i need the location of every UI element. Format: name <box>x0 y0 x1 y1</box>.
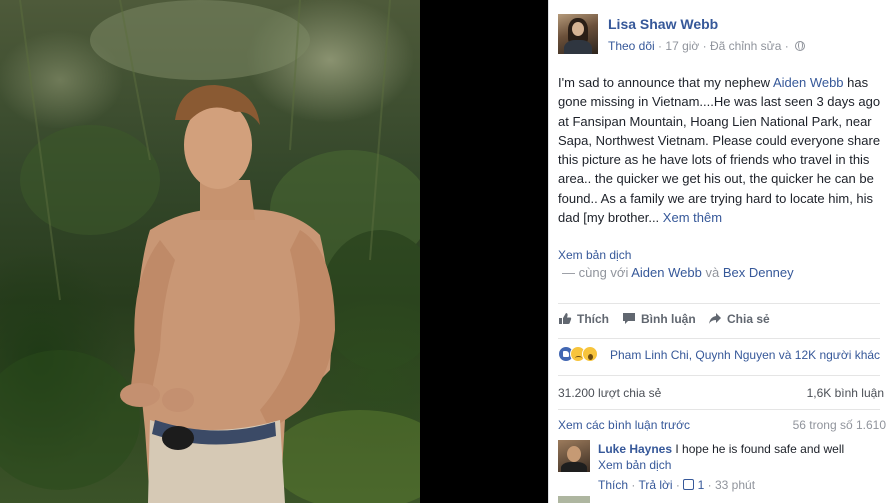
comment-separator: · <box>675 478 680 492</box>
comments-header: Xem các bình luận trước 56 trong số 1.61… <box>558 418 886 432</box>
tagged-person-link[interactable]: Aiden Webb <box>631 265 702 280</box>
comment-separator: · <box>707 478 712 492</box>
tagged-person-link[interactable]: Bex Denney <box>723 265 794 280</box>
share-icon <box>709 313 721 324</box>
globe-icon[interactable] <box>795 41 806 51</box>
tagged-with: — cùng với Aiden Webb và Bex Denney <box>562 265 794 280</box>
comment-count[interactable]: 1,6K bình luận <box>807 386 884 400</box>
post-header: Lisa Shaw Webb Theo dõi · 17 giờ · Đã ch… <box>558 14 888 56</box>
see-more-link[interactable]: Xem thêm <box>663 210 722 225</box>
comment-body: Luke Haynes I hope he is found safe and … <box>598 442 844 456</box>
comment-reply-link[interactable]: Trả lời <box>638 478 672 492</box>
comment-time[interactable]: 33 phút <box>715 478 755 492</box>
edited-label[interactable]: Đã chỉnh sửa <box>710 39 781 53</box>
comment-like-link[interactable]: Thích <box>598 478 628 492</box>
commenter-name[interactable]: Luke Haynes <box>598 442 672 456</box>
divider <box>558 303 880 304</box>
comment-text: I hope he is found safe and well <box>672 442 845 456</box>
comment-actions: Thích · Trả lời · 1 · 33 phút <box>598 478 755 492</box>
like-button[interactable]: Thích <box>558 312 609 326</box>
next-commenter-avatar[interactable] <box>558 496 590 503</box>
meta-separator: · <box>658 39 663 53</box>
view-previous-comments-link[interactable]: Xem các bình luận trước <box>558 418 690 432</box>
comment-button[interactable]: Bình luận <box>622 312 696 326</box>
wow-reaction-icon <box>582 346 598 362</box>
share-label: Chia sẻ <box>727 312 770 326</box>
divider <box>558 409 880 410</box>
photo-backdrop <box>420 0 548 503</box>
author-name[interactable]: Lisa Shaw Webb <box>608 16 718 32</box>
post-photo[interactable] <box>0 0 420 503</box>
post-text-part: has gone missing in Vietnam....He was la… <box>558 75 881 226</box>
commenter-avatar[interactable] <box>558 440 590 472</box>
share-count[interactable]: 31.200 lượt chia sẻ <box>558 386 661 400</box>
comment-like-count[interactable]: 1 <box>698 478 705 492</box>
reactions-row[interactable]: Pham Linh Chi, Quynh Nguyen và 12K người… <box>558 346 888 366</box>
with-prefix: — cùng với <box>562 265 629 280</box>
share-button[interactable]: Chia sẻ <box>708 312 770 326</box>
like-label: Thích <box>577 312 609 326</box>
reactions-text[interactable]: Pham Linh Chi, Quynh Nguyen và 12K người… <box>610 348 880 362</box>
comment-icon <box>623 313 635 324</box>
comment-label: Bình luận <box>641 312 696 326</box>
with-and: và <box>705 265 720 280</box>
see-translation-link[interactable]: Xem bản dịch <box>558 248 631 262</box>
divider <box>558 338 880 339</box>
divider <box>558 375 880 376</box>
photo-illustration <box>0 0 420 503</box>
tagged-person-link[interactable]: Aiden Webb <box>773 75 844 90</box>
follow-link[interactable]: Theo dõi <box>608 39 655 53</box>
author-avatar[interactable] <box>558 14 598 54</box>
comments-position: 56 trong số 1.610 <box>792 418 886 432</box>
post-panel: Lisa Shaw Webb Theo dõi · 17 giờ · Đã ch… <box>548 0 888 503</box>
thumbs-up-icon <box>559 313 572 324</box>
post-stats: 31.200 lượt chia sẻ 1,6K bình luận <box>558 386 884 400</box>
comment-separator: · <box>631 478 636 492</box>
post-text-part: I'm sad to announce that my nephew <box>558 75 773 90</box>
meta-separator: · <box>702 39 707 53</box>
meta-separator: · <box>784 39 789 53</box>
post-text: I'm sad to announce that my nephew Aiden… <box>558 73 884 227</box>
post-time[interactable]: 17 giờ <box>665 39 699 53</box>
post-meta: Theo dõi · 17 giờ · Đã chỉnh sửa · <box>608 39 806 53</box>
thumbs-up-icon <box>683 479 695 490</box>
comment-translate-link[interactable]: Xem bản dịch <box>598 458 671 472</box>
